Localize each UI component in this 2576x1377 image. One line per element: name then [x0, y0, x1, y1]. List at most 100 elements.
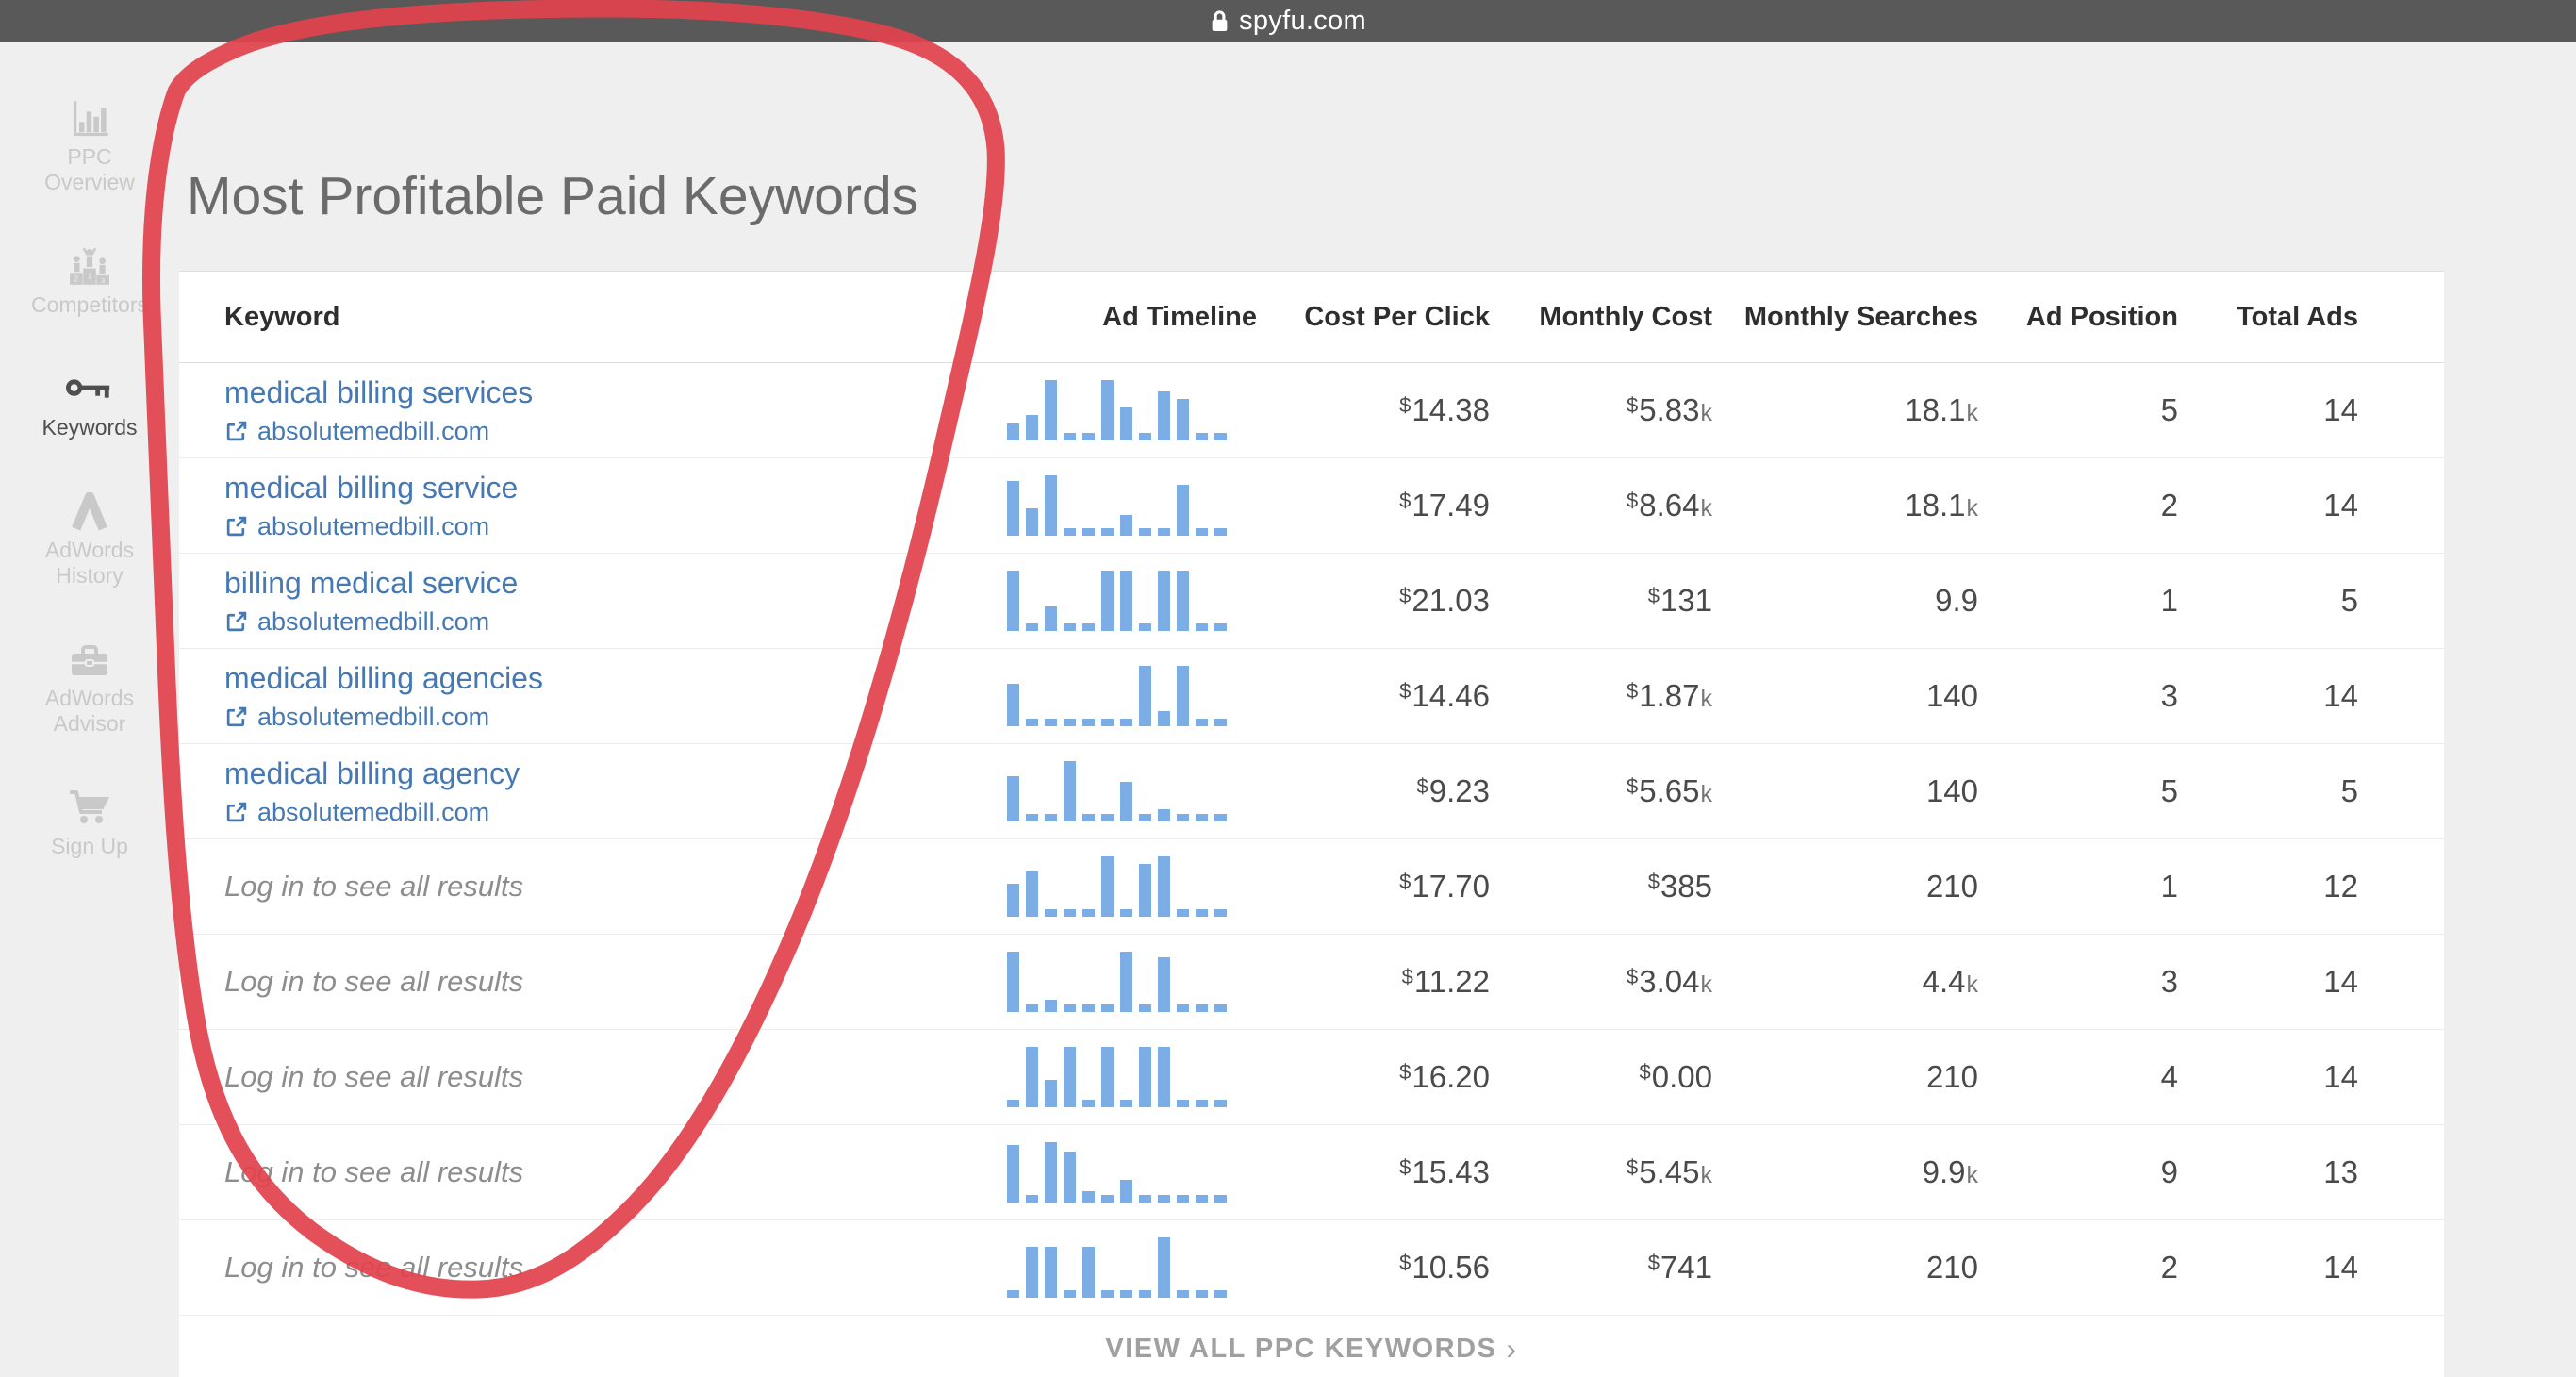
monthly-cost-cell: $5.65k: [1490, 773, 1712, 809]
timeline-bar-zero: [1214, 1100, 1227, 1107]
total-ads-cell: 14: [2178, 488, 2358, 523]
cost-per-click-cell: $15.43: [1273, 1154, 1490, 1190]
timeline-bar-zero: [1196, 1290, 1208, 1298]
ad-position-cell: 3: [1978, 678, 2178, 714]
keyword-link[interactable]: medical billing agency: [224, 755, 999, 791]
sidebar-item-adwords-advisor[interactable]: AdWords Advisor: [25, 640, 154, 737]
login-to-see-results-link[interactable]: Log in to see all results: [224, 965, 999, 999]
timeline-bar: [1120, 1180, 1132, 1203]
column-header-total-ads: Total Ads: [2178, 302, 2358, 333]
login-to-see-results-link[interactable]: Log in to see all results: [224, 1060, 999, 1094]
value-amount: 140: [1926, 678, 1978, 713]
browser-address-bar[interactable]: spyfu.com: [0, 0, 2576, 42]
timeline-bar: [1007, 884, 1019, 917]
monthly-cost-cell: $8.64k: [1490, 488, 1712, 523]
sidebar-item-ppc-overview[interactable]: PPC Overview: [25, 99, 154, 195]
sidebar-item-sign-up[interactable]: Sign Up: [51, 788, 128, 859]
monthly-searches-cell: 9.9k: [1712, 1154, 1978, 1190]
column-header-monthly-cost: Monthly Cost: [1490, 302, 1712, 333]
keyword-cell: Log in to see all results: [179, 1251, 999, 1285]
monthly-searches-cell: 210: [1712, 1250, 1978, 1286]
timeline-bar-zero: [1101, 719, 1114, 726]
keyword-link[interactable]: billing medical service: [224, 565, 999, 601]
domain-link[interactable]: absolutemedbill.com: [224, 512, 999, 541]
login-to-see-results-link[interactable]: Log in to see all results: [224, 1251, 999, 1285]
timeline-bar-zero: [1139, 1195, 1151, 1203]
timeline-bar-zero: [1064, 1290, 1076, 1298]
ad-position-cell: 5: [1978, 773, 2178, 809]
timeline-bar: [1177, 666, 1189, 726]
timeline-bar: [1007, 423, 1019, 440]
total-ads-cell: 13: [2178, 1154, 2358, 1190]
value-amount: 9.9: [1935, 583, 1978, 618]
currency-symbol: $: [1399, 489, 1411, 512]
timeline-bar-zero: [1214, 719, 1227, 726]
timeline-bar-zero: [1007, 1290, 1019, 1298]
keyword-link[interactable]: medical billing agencies: [224, 660, 999, 696]
total-ads-cell: 14: [2178, 1059, 2358, 1095]
timeline-bar: [1120, 782, 1132, 821]
sidebar-item-label: AdWords History: [25, 538, 154, 589]
domain-link[interactable]: absolutemedbill.com: [224, 417, 999, 446]
timeline-bar: [1064, 1047, 1076, 1107]
total-ads-cell: 14: [2178, 392, 2358, 428]
key-icon: [66, 370, 113, 409]
timeline-bar-zero: [1158, 528, 1170, 536]
view-all-ppc-keywords-link[interactable]: VIEW ALL PPC KEYWORDS ›: [1105, 1332, 1517, 1367]
total-ads-cell: 12: [2178, 869, 2358, 904]
sidebar-item-keywords[interactable]: Keywords: [42, 370, 138, 440]
login-to-see-results-link[interactable]: Log in to see all results: [224, 870, 999, 904]
table-body: medical billing services absolutemedbill…: [179, 363, 2444, 1316]
table-row: medical billing agency absolutemedbill.c…: [179, 744, 2444, 839]
monthly-cost-cell: $3.04k: [1490, 964, 1712, 1000]
column-header-monthly-searches: Monthly Searches: [1712, 302, 1978, 333]
timeline-bar-zero: [1082, 1100, 1095, 1107]
currency-symbol: $: [1399, 1155, 1411, 1179]
sidebar-item-competitors[interactable]: 213 Competitors: [31, 247, 148, 318]
timeline-bar: [1177, 485, 1189, 536]
domain-text: absolutemedbill.com: [257, 798, 489, 827]
domain-link[interactable]: absolutemedbill.com: [224, 607, 999, 637]
value-amount: 385: [1660, 869, 1712, 904]
timeline-bar-zero: [1158, 1195, 1170, 1203]
monthly-searches-cell: 4.4k: [1712, 964, 1978, 1000]
domain-link[interactable]: absolutemedbill.com: [224, 798, 999, 827]
timeline-bar-zero: [1120, 1100, 1132, 1107]
timeline-bar-zero: [1214, 1004, 1227, 1012]
column-header-ad-position: Ad Position: [1978, 302, 2178, 333]
timeline-bar-zero: [1026, 1004, 1038, 1012]
sidebar-item-label: PPC Overview: [25, 144, 154, 195]
domain-link[interactable]: absolutemedbill.com: [224, 703, 999, 732]
timeline-bar: [1158, 957, 1170, 1012]
keyword-link[interactable]: medical billing services: [224, 374, 999, 410]
timeline-bar-zero: [1082, 1004, 1095, 1012]
timeline-bar: [1101, 1047, 1114, 1107]
timeline-bar: [1101, 571, 1114, 631]
timeline-bar-zero: [1196, 814, 1208, 821]
timeline-bar: [1064, 1152, 1076, 1203]
timeline-bar-zero: [1214, 433, 1227, 440]
timeline-bar-zero: [1214, 1290, 1227, 1298]
currency-symbol: $: [1648, 1251, 1660, 1274]
keyword-link[interactable]: medical billing service: [224, 470, 999, 506]
timeline-bar: [1045, 606, 1057, 631]
timeline-bar-zero: [1177, 1290, 1189, 1298]
login-to-see-results-link[interactable]: Log in to see all results: [224, 1155, 999, 1189]
ad-timeline-sparkline: [1007, 1237, 1227, 1298]
ad-timeline-cell: [999, 475, 1273, 536]
cost-per-click-cell: $16.20: [1273, 1059, 1490, 1095]
browser-url[interactable]: spyfu.com: [1239, 6, 1366, 37]
value-suffix: k: [1967, 1162, 1979, 1188]
sidebar-item-adwords-history[interactable]: AdWords History: [25, 492, 154, 589]
monthly-cost-cell: $385: [1490, 869, 1712, 904]
ad-timeline-sparkline: [1007, 1047, 1227, 1107]
cost-per-click-cell: $17.70: [1273, 869, 1490, 904]
monthly-searches-cell: 18.1k: [1712, 392, 1978, 428]
table-row: Log in to see all results $11.22 $3.04k …: [179, 935, 2444, 1030]
timeline-bar-zero: [1026, 814, 1038, 821]
currency-symbol: $: [1627, 679, 1638, 703]
cost-per-click-cell: $17.49: [1273, 488, 1490, 523]
timeline-bar: [1045, 1000, 1057, 1012]
monthly-cost-cell: $131: [1490, 583, 1712, 619]
timeline-bar: [1158, 711, 1170, 726]
